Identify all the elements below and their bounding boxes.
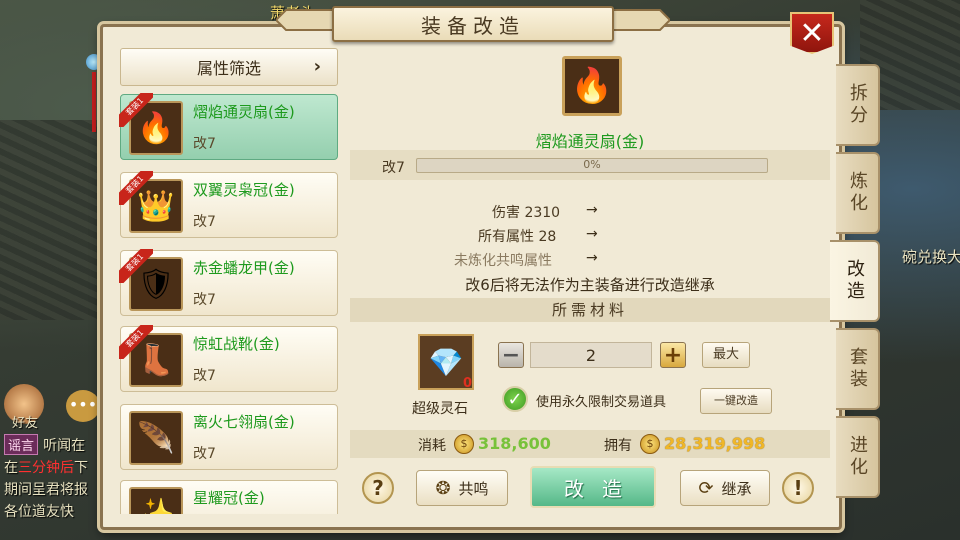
tab-split[interactable]: 拆分 <box>836 64 880 146</box>
item-level: 改7 <box>193 446 216 462</box>
inherit-label: 继承 <box>721 479 752 498</box>
question-icon: ? <box>372 476 384 500</box>
item-name: 熠焰通灵扇(金) <box>193 103 295 121</box>
tab-set[interactable]: 套装 <box>836 328 880 410</box>
chat-line: 期间呈君将报 <box>4 482 88 498</box>
tab-evolve[interactable]: 进化 <box>836 416 880 498</box>
selected-equipment-name: 熠焰通灵扇(金) <box>535 132 645 151</box>
refresh-icon: ⟳ <box>698 477 714 499</box>
minus-icon: − <box>501 342 521 368</box>
item-level: 改7 <box>193 214 216 230</box>
inherit-button[interactable]: ⟳ 继承 <box>680 470 770 506</box>
equipment-item[interactable]: ✨ 星耀冠(金) <box>120 480 338 514</box>
own-value: 28,319,998 <box>664 434 766 453</box>
forge-detail: 🔥 熠焰通灵扇(金) 改7 0% 伤害 2310 → 所有属性 28 → 未炼化… <box>350 46 830 514</box>
max-button[interactable]: 最大 <box>702 342 750 368</box>
chat-bubble-icon[interactable]: ••• <box>66 390 100 422</box>
quantity-field[interactable]: 2 <box>530 342 652 368</box>
chat-line: 听闻在 <box>43 438 86 454</box>
set-badge: 套装1 <box>119 249 153 283</box>
chat-line-highlight: 三分钟后 <box>18 460 74 476</box>
cost-label: 消耗 <box>418 438 446 454</box>
chat-line: 在 <box>4 460 18 476</box>
star-crown-icon: ✨ <box>129 487 183 514</box>
tab-label: 套装 <box>847 347 868 391</box>
stat-resonance: 未炼化共鸣属性 <box>454 253 552 269</box>
forge-button[interactable]: 改造 <box>530 466 656 508</box>
npc-name-right: 碗兑换大侠 <box>902 248 960 266</box>
tab-label: 炼化 <box>847 171 868 215</box>
cost-value: 318,600 <box>478 434 551 453</box>
equipment-item[interactable]: 🪶 离火七翎扇(金) 改7 <box>120 404 338 470</box>
item-name: 离火七翎扇(金) <box>193 413 295 431</box>
tab-label: 改造 <box>844 259 865 303</box>
friend-label: 好友 <box>12 416 39 431</box>
set-badge: 套装1 <box>119 171 153 205</box>
equipment-item[interactable]: 套装1 👢 惊虹战靴(金) 改7 <box>119 325 338 392</box>
arrow-right-icon: → <box>586 202 598 218</box>
tab-forge[interactable]: 改造 <box>830 240 880 322</box>
equipment-item[interactable]: 套装1 👑 双翼灵枭冠(金) 改7 <box>119 171 338 238</box>
arrow-right-icon: → <box>586 226 598 242</box>
item-name: 惊虹战靴(金) <box>193 335 280 353</box>
increase-button[interactable]: + <box>660 342 686 368</box>
use-bound-checkbox[interactable]: ✓ <box>502 386 528 412</box>
stat-all-attributes: 所有属性 28 <box>478 229 557 245</box>
materials-header: 所需材料 <box>350 298 830 322</box>
equipment-item[interactable]: 套装1 🔥 熠焰通灵扇(金) 改7 <box>119 93 338 160</box>
window-title: 装备改造 <box>332 6 614 42</box>
forge-progress-bar: 0% <box>416 158 768 173</box>
chat-line: 各位道友快 <box>4 504 74 520</box>
inherit-warning: 改6后将无法作为主装备进行改造继承 <box>465 276 715 294</box>
info-button[interactable]: ! <box>782 472 814 504</box>
item-level: 改7 <box>193 292 216 308</box>
help-button[interactable]: ? <box>362 472 394 504</box>
close-icon: ✕ <box>799 15 825 51</box>
chat-line: 下 <box>74 460 88 476</box>
tab-label: 进化 <box>847 435 868 479</box>
current-level-label: 改7 <box>382 160 405 176</box>
chat-log: 谣言 听闻在 在三分钟后下 期间呈君将报 各位道友快 <box>4 434 104 534</box>
own-label: 拥有 <box>604 438 632 454</box>
checkmark-icon: ✓ <box>507 388 523 410</box>
plus-icon: + <box>663 342 683 368</box>
forge-progress-row: 改7 0% <box>350 150 830 180</box>
equipment-list: 属性筛选 › 套装1 🔥 熠焰通灵扇(金) 改7 套装1 👑 双翼灵枭冠(金) … <box>116 46 342 514</box>
title-wing-right <box>610 9 670 31</box>
one-key-forge-button[interactable]: 一键改造 <box>700 388 772 414</box>
equipment-item[interactable]: 套装1 🛡 赤金蟠龙甲(金) 改7 <box>119 249 338 316</box>
set-badge: 套装1 <box>119 325 153 359</box>
set-badge: 套装1 <box>119 93 153 127</box>
tab-label: 拆分 <box>847 83 868 127</box>
stat-damage: 伤害 2310 <box>492 205 561 221</box>
coin-icon: $ <box>454 434 474 454</box>
item-level: 改7 <box>193 368 216 384</box>
decrease-button[interactable]: − <box>498 342 524 368</box>
coin-icon: $ <box>640 434 660 454</box>
material-name: 超级灵石 <box>412 401 468 417</box>
progress-text: 0% <box>583 158 601 171</box>
resonance-button[interactable]: ❂ 共鸣 <box>416 470 508 506</box>
filter-label: 属性筛选 <box>196 59 261 78</box>
material-count: 0 <box>463 376 473 391</box>
feather-fan-icon: 🪶 <box>129 411 183 465</box>
chevron-right-icon: › <box>313 56 321 77</box>
roof-tiles <box>0 120 110 320</box>
arrow-right-icon: → <box>586 250 598 266</box>
cost-row: 消耗 $ 318,600 拥有 $ 28,319,998 <box>350 430 830 458</box>
tab-refine[interactable]: 炼化 <box>836 152 880 234</box>
item-name: 赤金蟠龙甲(金) <box>193 259 295 277</box>
resonance-label: 共鸣 <box>458 479 489 498</box>
close-button[interactable]: ✕ <box>790 12 834 54</box>
exclamation-icon: ! <box>793 476 803 500</box>
title-wing-left <box>276 9 336 31</box>
chat-tag: 谣言 <box>4 434 39 455</box>
use-bound-label: 使用永久限制交易道具 <box>536 395 667 410</box>
item-name: 星耀冠(金) <box>193 489 265 507</box>
item-level: 改7 <box>193 136 216 152</box>
attribute-filter-button[interactable]: 属性筛选 › <box>120 48 338 86</box>
item-name: 双翼灵枭冠(金) <box>193 181 295 199</box>
fan-fire-icon[interactable]: 🔥 <box>562 56 622 116</box>
swirl-icon: ❂ <box>435 477 451 499</box>
